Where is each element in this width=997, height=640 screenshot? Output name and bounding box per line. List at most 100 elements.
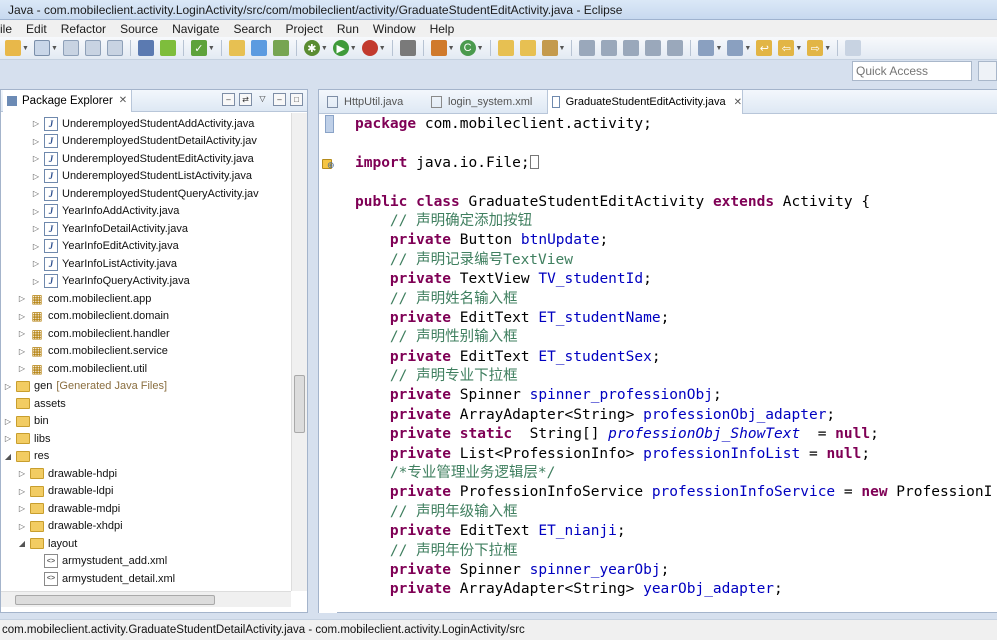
expand-arrow-icon[interactable]: ▷ (17, 329, 27, 338)
expand-arrow-icon[interactable]: ▷ (31, 259, 41, 268)
tree-item[interactable]: ▷ J YearInfoDetailActivity.java (31, 220, 188, 237)
tree-item[interactable]: ▷ drawable-mdpi (17, 500, 120, 517)
panel-separator[interactable] (308, 89, 318, 613)
open-resource-icon[interactable] (519, 40, 536, 56)
explorer-hscroll-thumb[interactable] (15, 595, 215, 605)
code-line[interactable]: private EditText ET_nianji; (355, 522, 992, 541)
tree-item[interactable]: ▷ J UnderemployedStudentListActivity.java (31, 168, 252, 185)
expand-arrow-icon[interactable]: ▷ (31, 172, 41, 181)
server-icon[interactable] (272, 40, 289, 56)
tree-item[interactable]: assets (3, 395, 66, 412)
web-icon[interactable] (250, 40, 267, 56)
open-type-icon[interactable] (497, 40, 514, 56)
code-line[interactable]: private EditText ET_studentName; (355, 309, 992, 328)
menu-project[interactable]: Project (279, 22, 330, 36)
expand-arrow-icon[interactable]: ▷ (3, 417, 13, 426)
whitespace-icon[interactable] (645, 40, 662, 56)
code-line[interactable]: public class GraduateStudentEditActivity… (355, 193, 992, 212)
code-line[interactable]: private EditText ET_studentSex; (355, 348, 992, 367)
code-line[interactable]: private List<ProfessionInfo> professionI… (355, 445, 992, 464)
code-line[interactable]: import java.io.File; (355, 154, 992, 173)
code-line[interactable]: private static String[] professionObj_Sh… (355, 425, 992, 444)
code-content[interactable]: package com.mobileclient.activity; import… (355, 115, 992, 600)
quick-access-input[interactable] (852, 61, 972, 81)
new-class-icon[interactable] (430, 40, 447, 56)
expand-arrow-icon[interactable]: ▷ (31, 189, 41, 198)
code-line[interactable]: package com.mobileclient.activity; (355, 115, 992, 134)
menu-source[interactable]: Source (113, 22, 165, 36)
code-line[interactable]: // 声明性别输入框 (355, 328, 992, 347)
code-line[interactable]: // 声明年份下拉框 (355, 542, 992, 561)
tree-item[interactable]: ▷ ▦ com.mobileclient.app (17, 290, 151, 307)
tab-httputil[interactable]: HttpUtil.java (323, 90, 423, 114)
tree-item[interactable]: ▷ ▦ com.mobileclient.service (17, 343, 168, 360)
tree-item[interactable]: ▷ J YearInfoAddActivity.java (31, 203, 179, 220)
back-icon[interactable]: ⇦ (778, 40, 795, 56)
expand-arrow-icon[interactable]: ▷ (31, 154, 41, 163)
forward-icon[interactable]: ⇨ (807, 40, 824, 56)
code-line[interactable]: private Button btnUpdate; (355, 231, 992, 250)
annotation-icon[interactable] (601, 40, 618, 56)
last-edit-icon[interactable]: ↩ (756, 40, 773, 56)
maximize-icon[interactable]: □ (290, 93, 303, 106)
code-line[interactable] (355, 134, 992, 153)
menu-run[interactable]: Run (330, 22, 366, 36)
expand-arrow-icon[interactable]: ▷ (31, 207, 41, 216)
menu-window[interactable]: Window (366, 22, 423, 36)
tree-item[interactable]: <> armystudent_detail.xml (31, 570, 175, 587)
expand-arrow-icon[interactable]: ▷ (3, 434, 13, 443)
tree-item[interactable]: ▷ J UnderemployedStudentDetailActivity.jav (31, 133, 257, 150)
code-line[interactable]: private ArrayAdapter<String> yearObj_ada… (355, 580, 992, 599)
link-editor-icon[interactable]: ⇄ (239, 93, 252, 106)
code-line[interactable]: // 声明确定添加按钮 (355, 212, 992, 231)
tree-item[interactable]: ▷ ▦ com.mobileclient.domain (17, 308, 169, 325)
tab-package-explorer[interactable]: Package Explorer ✕ (3, 89, 133, 112)
collapse-all-icon[interactable]: – (222, 93, 235, 106)
expand-arrow-icon[interactable]: ▷ (17, 312, 27, 321)
minimize-icon[interactable]: – (273, 93, 286, 106)
checklist-icon[interactable]: ✓ (190, 40, 207, 56)
fold-expand-icon[interactable]: ⊕ (327, 160, 335, 171)
open-folder-icon[interactable] (228, 40, 245, 56)
block-selection-icon[interactable] (623, 40, 640, 56)
prev-annotation-icon[interactable] (727, 40, 744, 56)
tree-item[interactable]: ▷ libs (3, 430, 51, 447)
tree-item[interactable]: ▷ ▦ com.mobileclient.util (17, 360, 147, 377)
code-line[interactable] (355, 173, 992, 192)
menu-search[interactable]: Search (226, 22, 278, 36)
close-icon[interactable]: ✕ (119, 95, 127, 106)
code-line[interactable]: private Spinner spinner_professionObj; (355, 386, 992, 405)
tree-item[interactable]: ▷ drawable-xhdpi (17, 518, 123, 535)
tree-item[interactable]: ▷ J YearInfoQueryActivity.java (31, 273, 190, 290)
expand-arrow-icon[interactable]: ▷ (31, 224, 41, 233)
tree-item[interactable]: ▷ drawable-ldpi (17, 483, 114, 500)
code-line[interactable]: // 声明记录编号TextView (355, 251, 992, 270)
code-line[interactable]: private TextView TV_studentId; (355, 270, 992, 289)
expand-arrow-icon[interactable]: ▷ (31, 137, 41, 146)
save-all-icon[interactable] (84, 40, 101, 56)
tab-graduate-student-edit[interactable]: GraduateStudentEditActivity.java ✕ (547, 90, 743, 114)
tree-item[interactable]: <> armystudent_add.xml (31, 553, 167, 570)
pin-icon[interactable] (845, 40, 862, 56)
menu-ile[interactable]: ile (0, 22, 19, 36)
pen-icon[interactable] (399, 40, 416, 56)
tab-login-system[interactable]: login_system.xml (427, 90, 545, 114)
next-annotation-icon[interactable] (698, 40, 715, 56)
collapse-arrow-icon[interactable]: ◢ (17, 539, 27, 548)
expand-arrow-icon[interactable]: ▷ (17, 522, 27, 531)
folded-imports-box[interactable] (529, 154, 539, 169)
expand-arrow-icon[interactable]: ▷ (17, 504, 27, 513)
tree-item[interactable]: ▷ J UnderemployedStudentAddActivity.java (31, 115, 254, 132)
code-line[interactable]: // 声明年级输入框 (355, 503, 992, 522)
expand-arrow-icon[interactable]: ▷ (17, 347, 27, 356)
expand-arrow-icon[interactable]: ▷ (17, 294, 27, 303)
tree-item[interactable]: ▷ ▦ com.mobileclient.handler (17, 325, 170, 342)
explorer-horizontal-scrollbar[interactable] (1, 591, 291, 607)
menu-refactor[interactable]: Refactor (54, 22, 113, 36)
expand-arrow-icon[interactable]: ▷ (31, 242, 41, 251)
explorer-vertical-scrollbar[interactable] (291, 113, 307, 591)
code-line[interactable]: private Spinner spinner_yearObj; (355, 561, 992, 580)
tree-item[interactable]: ◢ res (3, 448, 49, 465)
new-file-icon[interactable] (5, 40, 21, 56)
expand-arrow-icon[interactable]: ▷ (17, 469, 27, 478)
